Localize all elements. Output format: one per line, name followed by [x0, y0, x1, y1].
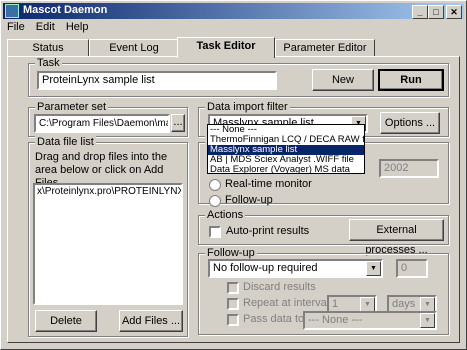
pass-data-label: Pass data to [243, 313, 305, 325]
parameter-set-group: Parameter set C:\Program Files\Daemon\ma… [28, 101, 188, 137]
menu-help[interactable]: Help [62, 20, 93, 35]
chevron-down-icon[interactable]: ▼ [360, 297, 375, 312]
add-files-button[interactable]: Add Files ... [119, 310, 183, 332]
schedule-year-value: 2002 [384, 162, 409, 174]
dropdown-option[interactable]: Data Explorer (Voyager) MS data [208, 165, 364, 175]
task-group-label: Task [35, 57, 62, 69]
discard-results-checkbox[interactable] [227, 282, 239, 294]
repeat-intervals-checkbox[interactable] [227, 298, 239, 310]
followup-group: Follow-up No follow-up required ▼ 0 Disc… [198, 247, 449, 335]
parameter-set-label: Parameter set [35, 101, 109, 113]
actions-group-label: Actions [205, 209, 246, 221]
data-file-listbox[interactable]: x\Proteinlynx.pro\PROTEINLYNX.SPL [33, 183, 183, 305]
discard-results-label: Discard results [243, 281, 316, 293]
followup-count-value: 0 [401, 262, 408, 274]
autoprint-checkbox[interactable] [209, 226, 221, 238]
close-button[interactable]: ✕ [446, 5, 462, 19]
main-window: Mascot Daemon _ □ ✕ File Edit Help Statu… [0, 0, 467, 350]
run-button[interactable]: Run [378, 69, 444, 91]
autoprint-label: Auto-print results [226, 225, 310, 237]
new-button[interactable]: New [312, 69, 374, 91]
minimize-button[interactable]: _ [412, 5, 428, 19]
dropdown-option[interactable]: AB | MDS Sciex Analyst .WIFF file [208, 155, 364, 165]
menu-edit[interactable]: Edit [32, 20, 59, 35]
data-file-list-group: Data file list Drag and drop files into … [28, 136, 188, 337]
followup-select[interactable]: No follow-up required ▼ [208, 259, 383, 278]
parameter-set-input[interactable]: C:\Program Files\Daemon\masslynx [34, 114, 170, 133]
tab-parameter-editor[interactable]: Parameter Editor [275, 39, 375, 57]
external-processes-button[interactable]: External processes ... [349, 219, 444, 256]
interval-value: 1 [332, 298, 339, 310]
title-bar: Mascot Daemon _ □ ✕ [3, 3, 464, 19]
pass-data-select[interactable]: --- None --- ▼ [303, 311, 437, 330]
followup-count-field: 0 [396, 259, 428, 278]
options-button[interactable]: Options ... [380, 112, 440, 134]
followup-radio[interactable] [209, 195, 221, 207]
chevron-down-icon[interactable]: ▼ [366, 261, 381, 276]
realtime-monitor-label: Real-time monitor [225, 178, 312, 190]
pass-data-checkbox[interactable] [227, 314, 239, 326]
actions-group: Actions Auto-print results External proc… [198, 209, 449, 256]
dropdown-option[interactable]: ThermoFinnigan LCQ / DECA RAW file [208, 135, 364, 145]
menu-bar: File Edit Help [3, 20, 92, 35]
data-import-filter-label: Data import filter [205, 101, 290, 113]
chevron-down-icon[interactable]: ▼ [420, 313, 435, 328]
chevron-down-icon[interactable]: ▼ [420, 297, 435, 312]
followup-radio-label: Follow-up [225, 194, 273, 206]
realtime-monitor-radio[interactable] [209, 179, 221, 191]
followup-group-label: Follow-up [205, 247, 257, 259]
followup-select-value: No follow-up required [213, 262, 318, 274]
task-editor-panel: Task ProteinLynx sample list New Run Par… [7, 56, 460, 343]
dropdown-option[interactable]: --- None --- [208, 125, 364, 135]
interval-unit-value: days [392, 298, 416, 310]
browse-parameter-button[interactable]: ... [171, 114, 185, 132]
task-group: Task ProteinLynx sample list New Run [28, 57, 449, 97]
window-title: Mascot Daemon [23, 4, 108, 16]
tab-status[interactable]: Status [7, 39, 89, 57]
data-file-list-label: Data file list [35, 136, 96, 148]
maximize-button[interactable]: □ [428, 5, 444, 19]
app-icon [5, 4, 19, 18]
task-name-input[interactable]: ProteinLynx sample list [37, 71, 277, 90]
import-filter-dropdown-list[interactable]: --- None --- ThermoFinnigan LCQ / DECA R… [207, 124, 365, 175]
schedule-year-field: 2002 [379, 159, 439, 178]
menu-file[interactable]: File [3, 20, 29, 35]
delete-button[interactable]: Delete [35, 310, 97, 332]
tab-event-log[interactable]: Event Log [89, 39, 179, 57]
tab-task-editor[interactable]: Task Editor [177, 37, 275, 58]
file-list-item[interactable]: x\Proteinlynx.pro\PROTEINLYNX.SPL [35, 185, 181, 198]
dropdown-option-selected[interactable]: Masslynx sample list [208, 145, 364, 155]
pass-data-value: --- None --- [308, 314, 363, 326]
